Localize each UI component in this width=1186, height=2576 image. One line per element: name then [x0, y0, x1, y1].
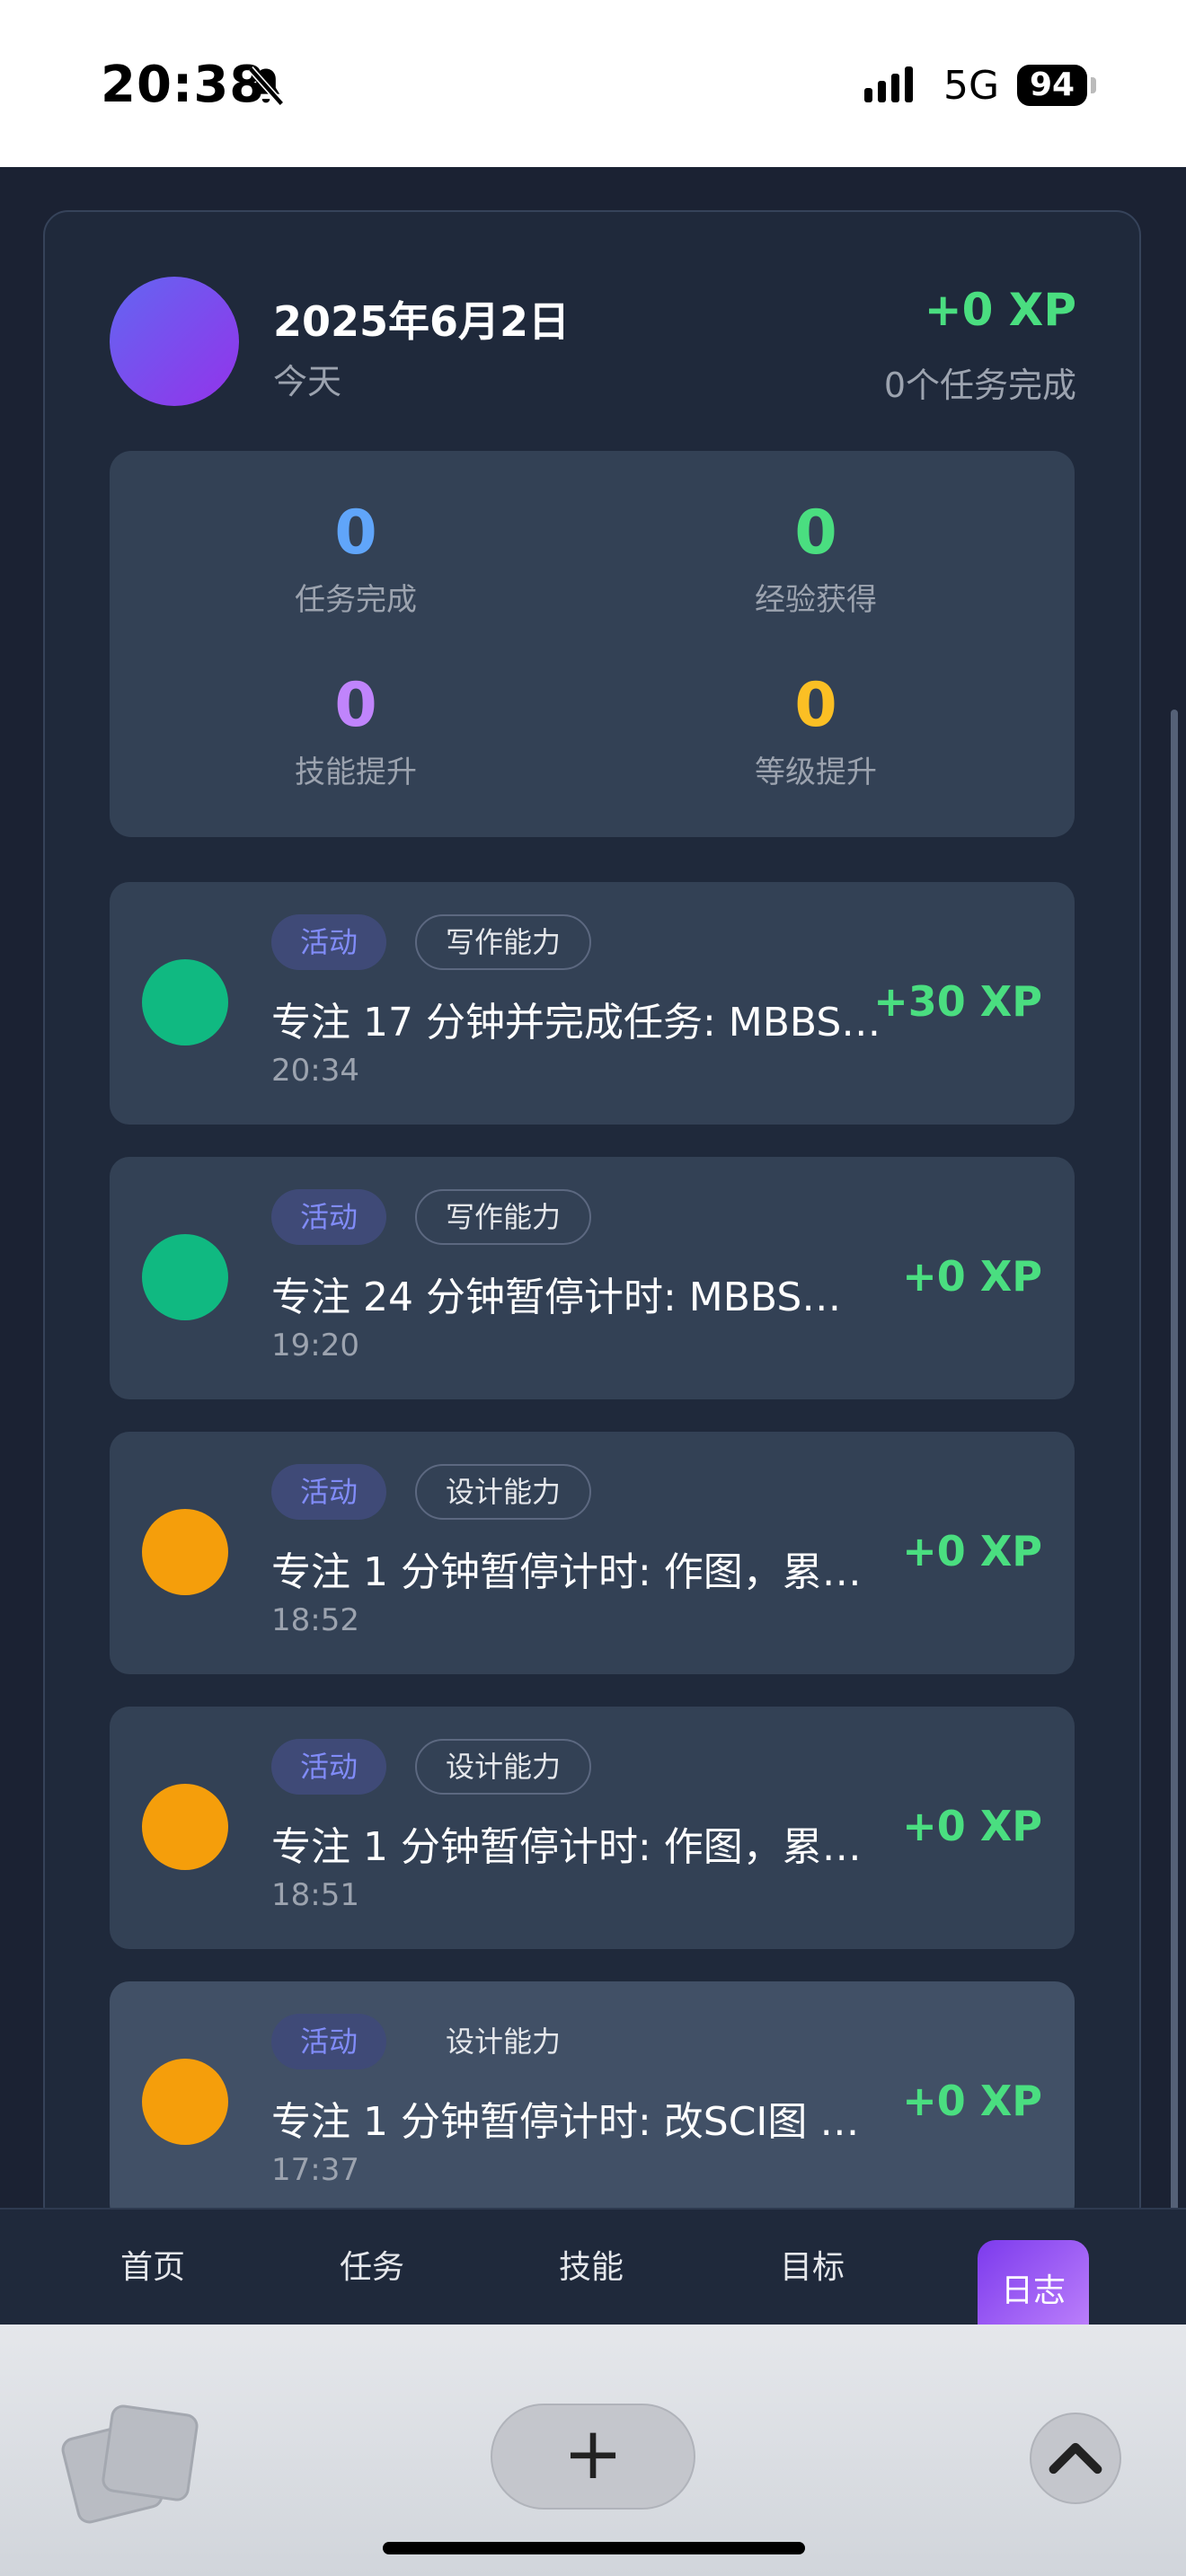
entry-skill-tag[interactable]: 写作能力 — [415, 914, 592, 970]
day-xp-total: +0 XP — [924, 284, 1076, 336]
log-entry[interactable]: 活动 写作能力 专注 17 分钟并完成任务: MBBS… 20:34 +30 X… — [110, 882, 1075, 1125]
entry-color-dot — [142, 1234, 228, 1320]
home-indicator — [383, 2542, 805, 2554]
entry-skill-tag[interactable]: 设计能力 — [415, 1464, 592, 1520]
entry-time: 18:51 — [271, 1877, 359, 1913]
entry-xp: +0 XP — [902, 1252, 1042, 1301]
entry-type-tag: 活动 — [271, 1189, 387, 1245]
entry-time: 18:52 — [271, 1602, 359, 1638]
stat-level-ups: 0 等级提升 — [681, 670, 951, 791]
entry-time: 19:20 — [271, 1328, 359, 1363]
entry-xp: +0 XP — [902, 2077, 1042, 2125]
entry-color-dot — [142, 1784, 228, 1870]
tabs-icon[interactable] — [58, 2403, 200, 2527]
stat-label: 经验获得 — [755, 582, 877, 618]
entry-time: 20:34 — [271, 1053, 359, 1089]
browser-toolbar: + — [0, 2325, 1186, 2576]
network-type: 5G — [943, 63, 1000, 109]
entry-type-tag: 活动 — [271, 1464, 387, 1520]
stat-label: 任务完成 — [295, 582, 417, 618]
battery-icon: 94 — [1017, 65, 1087, 106]
day-date: 2025年6月2日 — [273, 297, 571, 346]
log-entry[interactable]: 活动 写作能力 专注 24 分钟暂停计时: MBBS… 19:20 +0 XP — [110, 1157, 1075, 1399]
status-bar: 20:38 5G 94 — [0, 0, 1186, 167]
nav-goals[interactable]: 目标 — [722, 2210, 902, 2326]
entry-time: 17:37 — [271, 2152, 359, 2188]
entry-title: 专注 1 分钟暂停计时: 作图，累… — [271, 1824, 862, 1870]
log-panel: 2025年6月2日 今天 +0 XP 0个任务完成 0 任务完成 0 经验获得 … — [43, 210, 1141, 2231]
entry-skill-tag[interactable]: 写作能力 — [415, 1189, 592, 1245]
stat-xp-gained: 0 经验获得 — [681, 498, 951, 619]
new-tab-button[interactable]: + — [491, 2404, 695, 2510]
entry-skill-tag[interactable]: 设计能力 — [415, 1739, 592, 1795]
entry-title: 专注 24 分钟暂停计时: MBBS… — [271, 1275, 842, 1320]
scrollbar[interactable] — [1171, 710, 1178, 2272]
entry-title: 专注 1 分钟暂停计时: 改SCI图 … — [271, 2099, 860, 2145]
entry-xp: +0 XP — [902, 1527, 1042, 1575]
nav-skills[interactable]: 技能 — [501, 2210, 681, 2326]
nav-home[interactable]: 首页 — [63, 2210, 243, 2326]
log-entry[interactable]: 活动 设计能力 专注 1 分钟暂停计时: 作图，累… 18:51 +0 XP — [110, 1707, 1075, 1949]
entry-color-dot — [142, 1509, 228, 1595]
day-avatar — [110, 277, 239, 406]
stat-tasks-completed: 0 任务完成 — [221, 498, 491, 619]
stat-skill-ups: 0 技能提升 — [221, 670, 491, 791]
entry-color-dot — [142, 959, 228, 1045]
entry-title: 专注 1 分钟暂停计时: 作图，累… — [271, 1549, 862, 1595]
stat-value: 0 — [794, 670, 837, 741]
nav-tasks[interactable]: 任务 — [282, 2210, 462, 2326]
battery-tip — [1091, 77, 1096, 93]
stats-summary: 0 任务完成 0 经验获得 0 技能提升 0 等级提升 — [110, 451, 1075, 837]
day-tasks-done: 0个任务完成 — [883, 366, 1076, 405]
chevron-up-icon — [1049, 2442, 1102, 2475]
stat-label: 等级提升 — [755, 754, 877, 790]
entry-xp: +0 XP — [902, 1802, 1042, 1850]
log-entry[interactable]: 活动 设计能力 专注 1 分钟暂停计时: 作图，累… 18:52 +0 XP — [110, 1432, 1075, 1674]
stat-value: 0 — [334, 498, 377, 569]
tab-card-front — [100, 2403, 200, 2503]
entry-skill-tag[interactable]: 设计能力 — [415, 2014, 591, 2069]
entry-title: 专注 17 分钟并完成任务: MBBS… — [271, 1000, 881, 1045]
stat-value: 0 — [334, 670, 377, 741]
scroll-up-button[interactable] — [1030, 2413, 1121, 2504]
stat-label: 技能提升 — [295, 754, 417, 790]
entry-type-tag: 活动 — [271, 1739, 387, 1795]
log-entry[interactable]: 活动 设计能力 专注 1 分钟暂停计时: 改SCI图 … 17:37 +0 XP — [110, 1981, 1075, 2224]
entry-color-dot — [142, 2059, 228, 2145]
day-relative-label: 今天 — [273, 362, 342, 401]
status-time: 20:38 — [101, 56, 266, 114]
entry-type-tag: 活动 — [271, 2014, 387, 2069]
stat-value: 0 — [794, 498, 837, 569]
entry-type-tag: 活动 — [271, 914, 387, 970]
signal-icon — [864, 66, 913, 102]
bell-muted-icon — [247, 66, 285, 107]
bottom-nav: 首页 任务 技能 目标 日志 — [0, 2208, 1186, 2342]
entry-xp: +30 XP — [873, 977, 1042, 1026]
